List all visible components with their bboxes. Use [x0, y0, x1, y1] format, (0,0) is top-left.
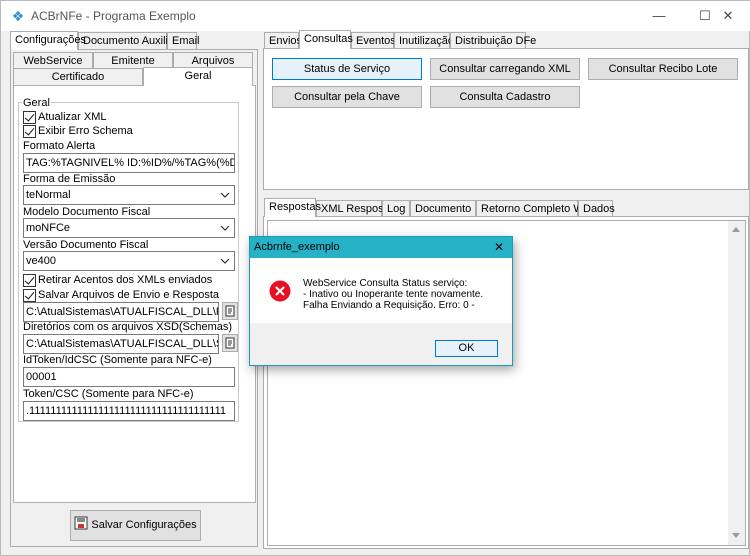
salvar-arquivos-label: Salvar Arquivos de Envio e Resposta	[38, 289, 219, 301]
browse-schemas-button[interactable]	[222, 334, 238, 352]
token-label: Token/CSC (Somente para NFC-e)	[23, 388, 194, 400]
dialog-title: Acbrnfe_exemplo	[254, 241, 340, 253]
chevron-down-icon	[220, 258, 230, 264]
modelo-select[interactable]: moNFCe	[23, 218, 235, 238]
minimize-button[interactable]: —	[636, 1, 682, 31]
respostas-scrollbar[interactable]	[728, 221, 745, 545]
diretorios-label: Diretórios com os arquivos XSD(Schemas)	[23, 321, 233, 333]
chevron-down-icon	[220, 192, 230, 198]
error-icon	[269, 280, 291, 302]
salvar-configuracoes-label: Salvar Configurações	[91, 519, 197, 531]
atualizar-xml-label: Atualizar XML	[38, 111, 107, 123]
path-retornos-input[interactable]: C:\AtualSistemas\ATUALFISCAL_DLL\Retorno…	[23, 302, 219, 322]
tab-webservice[interactable]: WebService	[13, 52, 93, 69]
consultar-recibo-lote-button[interactable]: Consultar Recibo Lote	[588, 58, 738, 80]
versao-select[interactable]: ve400	[23, 251, 235, 271]
tab-log[interactable]: Log	[382, 200, 410, 217]
tab-configuracoes[interactable]: Configurações	[10, 31, 86, 50]
modelo-value: moNFCe	[26, 222, 71, 234]
versao-value: ve400	[26, 255, 56, 267]
dialog-message-line3: Falha Enviando a Requisição. Erro: 0 -	[303, 300, 475, 311]
formato-alerta-label: Formato Alerta	[23, 140, 96, 152]
retirar-acentos-label: Retirar Acentos dos XMLs enviados	[38, 274, 213, 286]
dialog-close-button[interactable]: ✕	[488, 237, 510, 258]
retirar-acentos-checkbox[interactable]	[23, 274, 36, 287]
idtoken-input[interactable]: 00001	[23, 367, 235, 387]
scroll-up-icon[interactable]	[732, 227, 740, 232]
browse-retornos-button[interactable]	[222, 302, 238, 320]
close-button[interactable]: ✕	[705, 1, 750, 31]
title-bar: ❖ ACBrNFe - Programa Exemplo — ☐ ✕	[1, 1, 750, 31]
tab-certificado[interactable]: Certificado	[13, 68, 143, 85]
message-dialog: Acbrnfe_exemplo ✕ WebService Consulta St…	[249, 236, 513, 366]
dialog-message-line2: - Inativo ou Inoperante tente novamente.	[303, 289, 484, 300]
tab-geral[interactable]: Geral	[143, 67, 253, 86]
tab-xml-resposta[interactable]: XML Resposta	[316, 200, 393, 217]
salvar-configuracoes-button[interactable]: Salvar Configurações	[70, 510, 201, 541]
tab-email[interactable]: Email	[167, 32, 200, 49]
dialog-title-bar: Acbrnfe_exemplo ✕	[250, 237, 512, 258]
formato-alerta-input[interactable]: TAG:%TAGNIVEL% ID:%ID%/%TAG%(%DESCRI	[23, 153, 235, 173]
dialog-message-line1: WebService Consulta Status serviço:	[303, 278, 468, 289]
salvar-arquivos-checkbox[interactable]	[23, 289, 36, 302]
tab-envios[interactable]: Envios	[264, 32, 302, 49]
folder-icon	[225, 337, 235, 349]
tab-documento[interactable]: Documento	[410, 200, 476, 217]
dialog-message: WebService Consulta Status serviço: - In…	[303, 278, 483, 311]
path-schemas-input[interactable]: C:\AtualSistemas\ATUALFISCAL_DLL\SCHEMAS	[23, 334, 219, 354]
window-title: ACBrNFe - Programa Exemplo	[31, 9, 196, 23]
exibir-erro-schema-label: Exibir Erro Schema	[38, 125, 133, 137]
tab-respostas[interactable]: Respostas	[264, 198, 321, 217]
save-config-icon	[74, 516, 88, 530]
tab-distribuicao-dfe[interactable]: Distribuição DFe	[450, 32, 536, 49]
ok-button[interactable]: OK	[435, 340, 498, 357]
folder-icon	[225, 305, 235, 317]
exibir-erro-schema-checkbox[interactable]	[23, 125, 36, 138]
tab-documento-auxiliar[interactable]: Documento Auxiliar	[78, 32, 178, 49]
consultar-carregando-xml-button[interactable]: Consultar carregando XML	[430, 58, 580, 80]
forma-emissao-label: Forma de Emissão	[23, 173, 116, 185]
tab-dados[interactable]: Dados	[578, 200, 615, 217]
idtoken-label: IdToken/IdCSC (Somente para NFC-e)	[23, 354, 212, 366]
chevron-down-icon	[220, 225, 230, 231]
tab-retorno-completo-ws[interactable]: Retorno Completo WS	[476, 200, 591, 217]
geral-group-title: Geral	[22, 97, 51, 109]
consultar-pela-chave-button[interactable]: Consultar pela Chave	[272, 86, 422, 108]
scroll-down-icon[interactable]	[732, 533, 740, 538]
modelo-label: Modelo Documento Fiscal	[23, 206, 151, 218]
tab-inutilizacao[interactable]: Inutilização	[394, 32, 454, 49]
consulta-cadastro-button[interactable]: Consulta Cadastro	[430, 86, 580, 108]
tab-eventos[interactable]: Eventos	[351, 32, 396, 49]
forma-emissao-select[interactable]: teNormal	[23, 185, 235, 205]
status-servico-button[interactable]: Status de Serviço	[272, 58, 422, 80]
token-input[interactable]: .1111111111111111111111111111111111111	[23, 401, 235, 421]
versao-label: Versão Documento Fiscal	[23, 239, 149, 251]
tab-consultas[interactable]: Consultas	[299, 30, 353, 49]
app-icon: ❖	[11, 8, 25, 24]
atualizar-xml-checkbox[interactable]	[23, 111, 36, 124]
forma-emissao-value: teNormal	[26, 189, 71, 201]
